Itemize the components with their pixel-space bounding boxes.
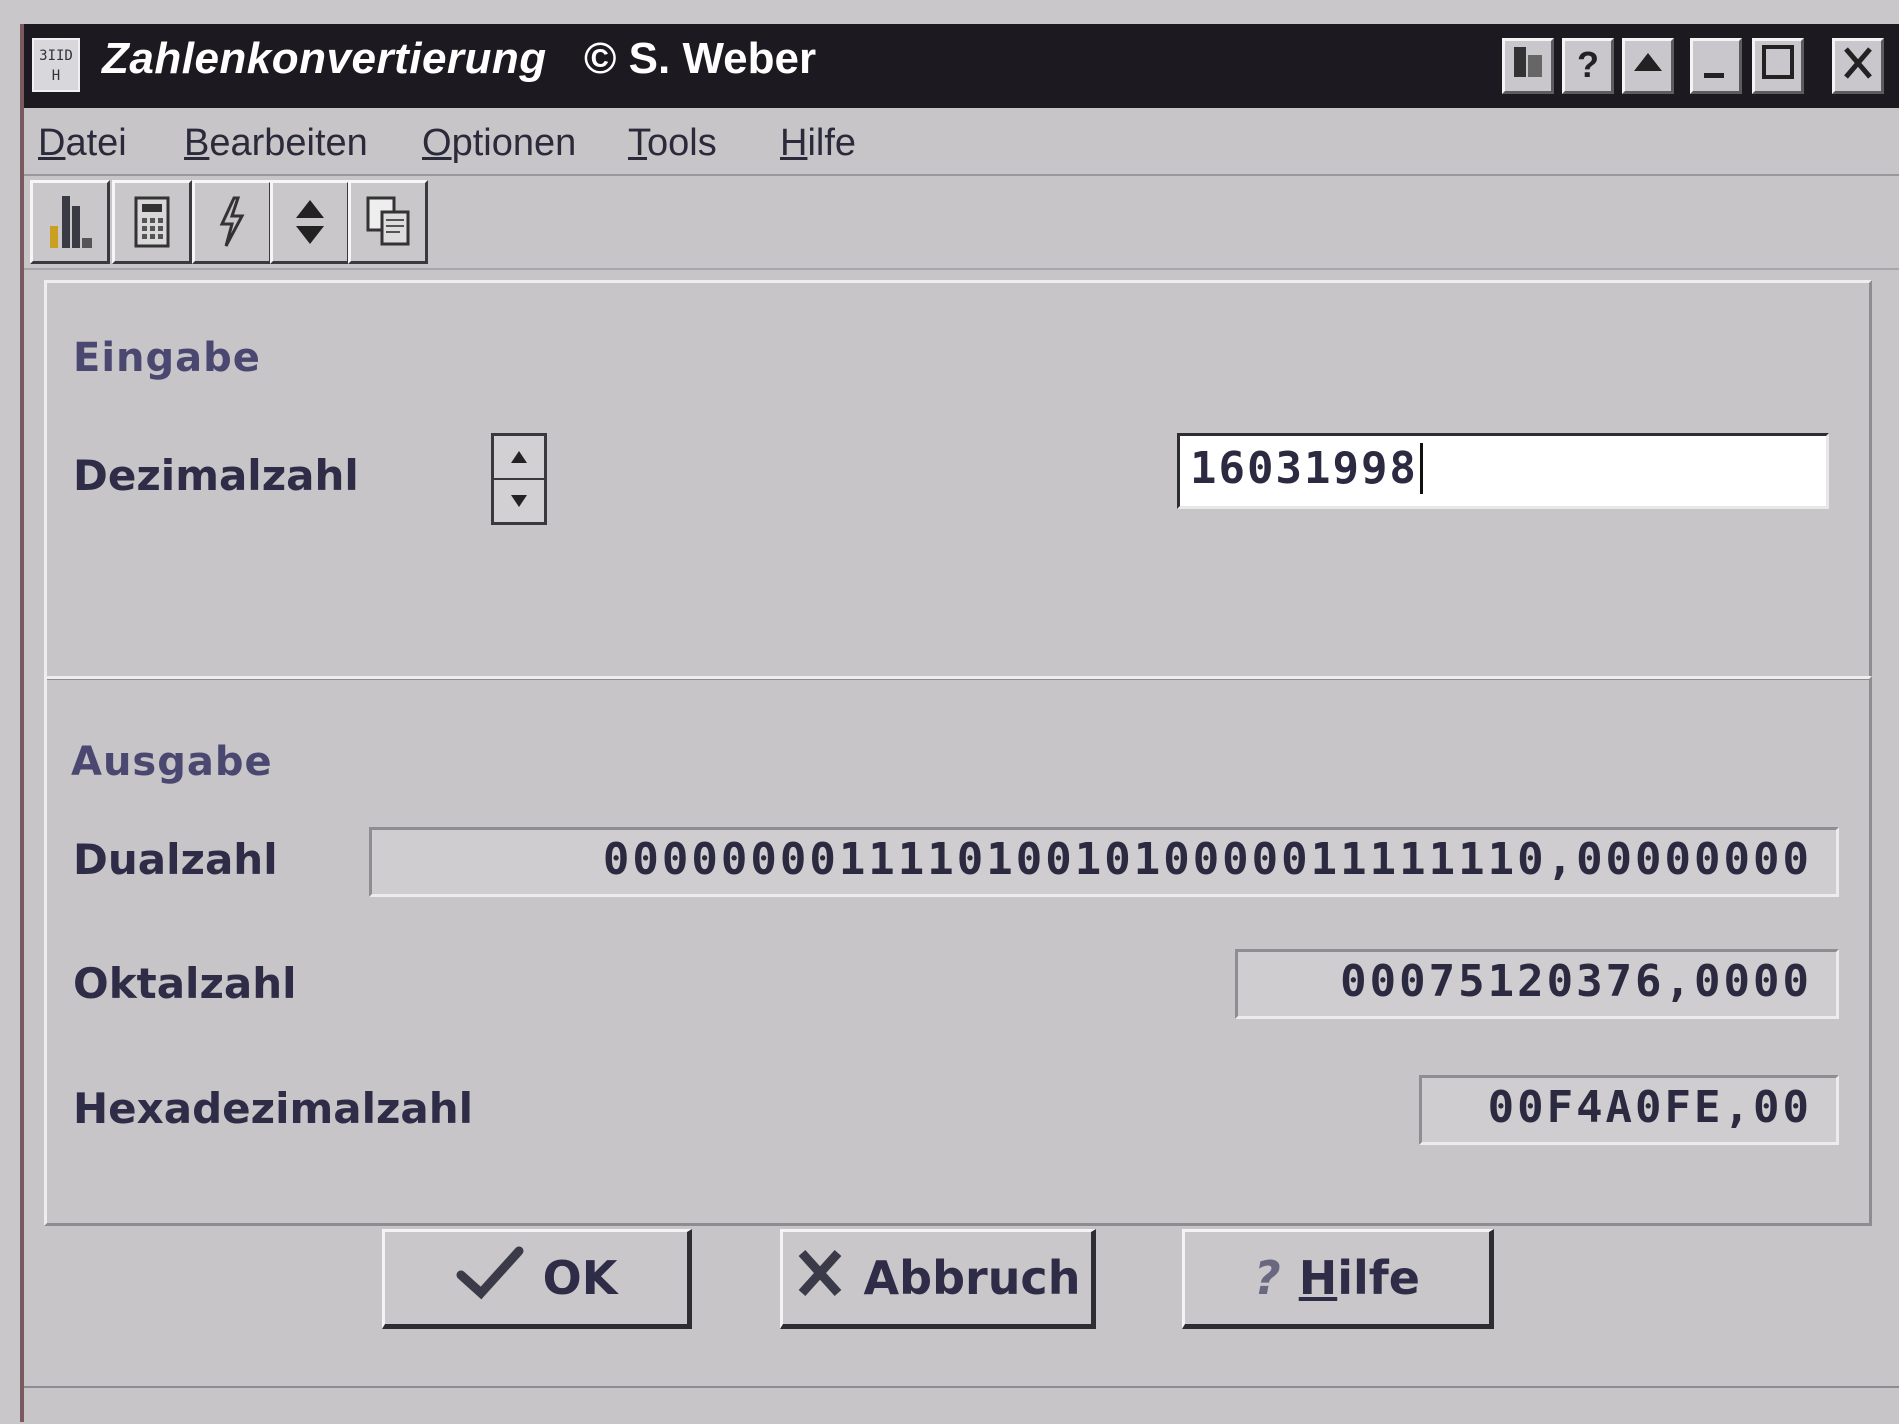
minimize-button[interactable] [1690,38,1742,94]
octal-output: 00075120376,0000 [1235,949,1839,1019]
decimal-label: Dezimalzahl [73,451,359,500]
checkmark-icon [455,1245,525,1312]
maximize-button[interactable] [1752,38,1804,94]
binary-output: 00000000111101001010000011111110,0000000… [369,827,1839,897]
binary-label: Dualzahl [73,835,278,884]
main-window: ЗIID H Zahlenkonvertierung © S. Weber ? D… [20,24,1899,1424]
title-bar[interactable]: ЗIID H Zahlenkonvertierung © S. Weber ? [24,24,1899,108]
context-help-icon[interactable] [1502,38,1554,94]
hex-output: 00F4A0FE,00 [1419,1075,1839,1145]
input-group: Eingabe Dezimalzahl 16031998 [44,280,1872,680]
help-dialog-button[interactable]: ? Hilfe [1182,1229,1494,1329]
status-bar [24,1386,1899,1424]
menu-bar: Datei Bearbeiten Optionen Tools Hilfe [24,112,1899,176]
output-group: Ausgabe Dualzahl 00000000111101001010000… [44,676,1872,1226]
hex-label: Hexadezimalzahl [73,1084,474,1133]
toolbar [24,176,1899,270]
cancel-button[interactable]: Abbruch [780,1229,1096,1329]
spin-down-icon[interactable] [494,478,544,522]
output-group-title: Ausgabe [71,739,273,785]
menu-hilfe[interactable]: Hilfe [780,122,856,165]
close-button[interactable] [1832,38,1884,94]
question-mark-icon: ? [1254,1251,1281,1305]
app-icon[interactable]: ЗIID H [32,38,80,92]
ok-label: OK [542,1251,618,1305]
window-title: Zahlenkonvertierung [102,34,547,83]
copy-icon[interactable] [348,180,428,264]
cancel-label: Abbruch [863,1251,1081,1305]
window-subtitle: © S. Weber [584,34,817,83]
menu-optionen[interactable]: Optionen [422,122,576,165]
up-down-icon[interactable] [270,180,350,264]
menu-datei[interactable]: Datei [38,122,127,165]
lightning-icon[interactable] [192,180,272,264]
bar-chart-icon[interactable] [30,180,110,264]
calculator-icon[interactable] [112,180,192,264]
help-label: Hilfe [1298,1251,1420,1305]
menu-bearbeiten[interactable]: Bearbeiten [184,122,368,165]
rollup-button[interactable] [1622,38,1674,94]
menu-tools[interactable]: Tools [628,122,717,165]
input-group-title: Eingabe [73,335,261,381]
help-button[interactable]: ? [1562,38,1614,94]
spin-up-icon[interactable] [494,436,544,478]
decimal-spinner[interactable] [491,433,547,525]
decimal-input[interactable]: 16031998 [1177,433,1829,509]
ok-button[interactable]: OK [382,1229,692,1329]
cancel-x-icon [794,1247,846,1310]
octal-label: Oktalzahl [73,959,297,1008]
